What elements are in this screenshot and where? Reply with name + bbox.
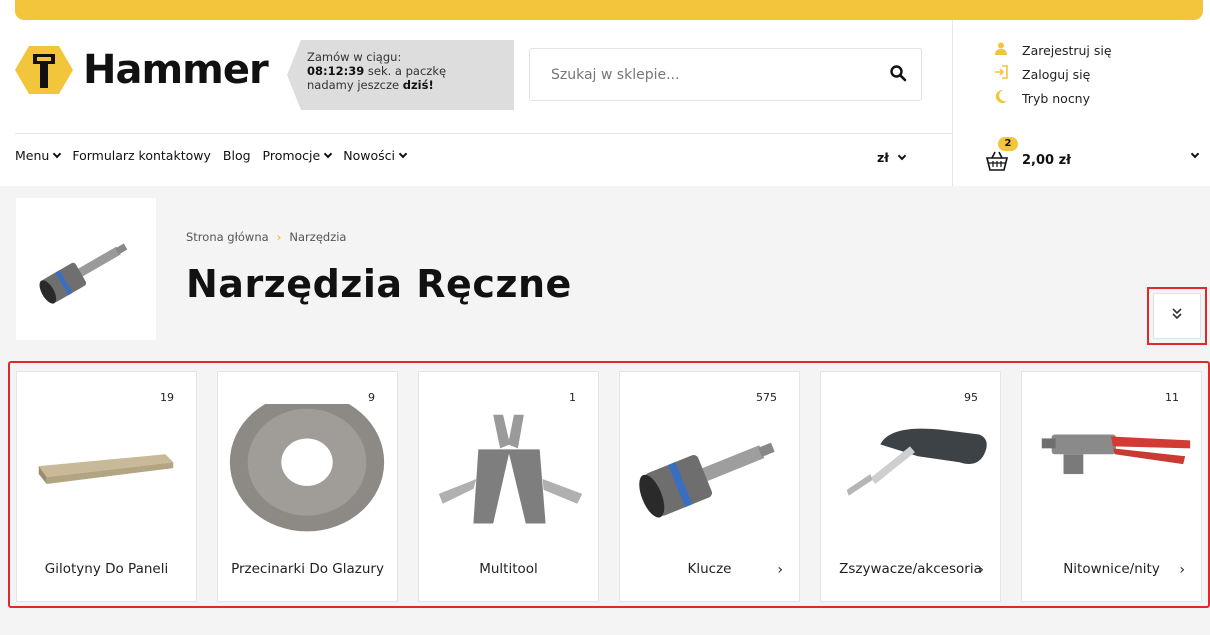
countdown-line-3: nadamy jeszcze dziś! [307,78,434,92]
nav-divider [15,133,952,134]
chevron-down-icon [897,151,907,161]
header-divider [952,20,953,186]
logo[interactable]: Hammer [15,44,269,96]
product-count: 9 [368,391,375,404]
chevron-right-icon: › [276,230,282,244]
nav-item-new[interactable]: Nowości [343,148,408,163]
chevron-down-icon [53,149,62,159]
cart-total: 2,00 zł [1022,152,1071,168]
night-mode-toggle[interactable]: Tryb nocny [990,86,1112,110]
logo-text: Hammer [83,47,269,93]
breadcrumb-current[interactable]: Narzędzia [289,230,346,244]
login-link[interactable]: Zaloguj się [990,62,1112,86]
category-card-multitool[interactable]: 1 Multitool [418,371,599,602]
product-count: 1 [569,391,576,404]
countdown-line-2: 08:12:39 sek. a paczkę [307,64,447,78]
hammer-logo-icon [15,44,73,96]
expand-description-button[interactable] [1153,293,1201,339]
category-image [639,442,775,518]
category-image [38,454,174,484]
search-icon[interactable] [889,64,907,86]
breadcrumb-home[interactable]: Strona główna [186,230,269,244]
cart[interactable]: 2 2,00 zł [985,137,1210,180]
login-icon [990,65,1012,83]
breadcrumb: Strona główna › Narzędzia [186,230,346,244]
main-navigation: Menu Formularz kontaktowy Blog Promocje … [15,148,418,163]
account-links: Zarejestruj się Zaloguj się Tryb nocny [990,38,1112,110]
basket-icon [985,151,1009,175]
category-name: Multitool [479,561,538,577]
product-count: 11 [1165,391,1179,404]
category-name: Nitownice/nity [1063,561,1160,577]
category-card-gilotyny[interactable]: 19 Gilotyny Do Paneli [16,371,197,602]
cart-count-badge: 2 [998,137,1018,151]
search-input[interactable] [551,66,889,83]
category-image [438,414,583,524]
currency-selector[interactable]: zł [877,150,907,165]
category-image [1041,434,1191,475]
top-announcement-bar [15,0,1203,20]
page-title: Narzędzia Ręczne [186,262,572,306]
search-box [529,48,922,101]
countdown-line-1: Zamów w ciągu: [307,50,402,64]
category-name: Gilotyny Do Paneli [44,561,169,577]
chevron-right-icon[interactable]: › [1179,562,1185,578]
chevron-right-icon[interactable]: › [777,562,783,578]
category-card-zszywacze[interactable]: 95 Zszywacze/akcesoria › [820,371,1001,602]
category-card-nitownice[interactable]: 11 Nitownice/nity › [1021,371,1202,602]
category-thumbnail [16,198,156,340]
nav-item-promotions[interactable]: Promocje [263,148,333,163]
category-name: Przecinarki Do Glazury [231,561,384,577]
product-count: 95 [964,391,978,404]
category-name: Zszywacze/akcesoria [839,561,982,577]
category-image [846,428,987,496]
double-chevron-down-icon [1171,308,1183,324]
chevron-down-icon[interactable] [1190,149,1200,159]
category-name: Klucze [687,561,732,577]
chevron-down-icon [398,149,408,159]
nav-item-contact-form[interactable]: Formularz kontaktowy [72,148,211,163]
countdown-timer: 08:12:39 [307,64,365,78]
category-card-klucze[interactable]: 575 Klucze › [619,371,800,602]
category-card-przecinarki[interactable]: 9 Przecinarki Do Glazury [217,371,398,602]
nav-item-menu[interactable]: Menu [15,148,62,163]
chevron-right-icon[interactable]: › [978,562,984,578]
product-count: 575 [756,391,777,404]
category-image [229,404,385,532]
delivery-countdown: Zamów w ciągu: 08:12:39 sek. a paczkę na… [287,40,514,110]
product-count: 19 [160,391,174,404]
expand-description-highlight [1147,287,1207,345]
register-link[interactable]: Zarejestruj się [990,38,1112,62]
chevron-down-icon [323,149,333,159]
subcategory-list: 19 Gilotyny Do Paneli 9 Przecinarki Do G… [8,361,1210,608]
moon-icon [990,89,1012,107]
user-icon [990,42,1012,59]
nav-item-blog[interactable]: Blog [223,148,251,163]
